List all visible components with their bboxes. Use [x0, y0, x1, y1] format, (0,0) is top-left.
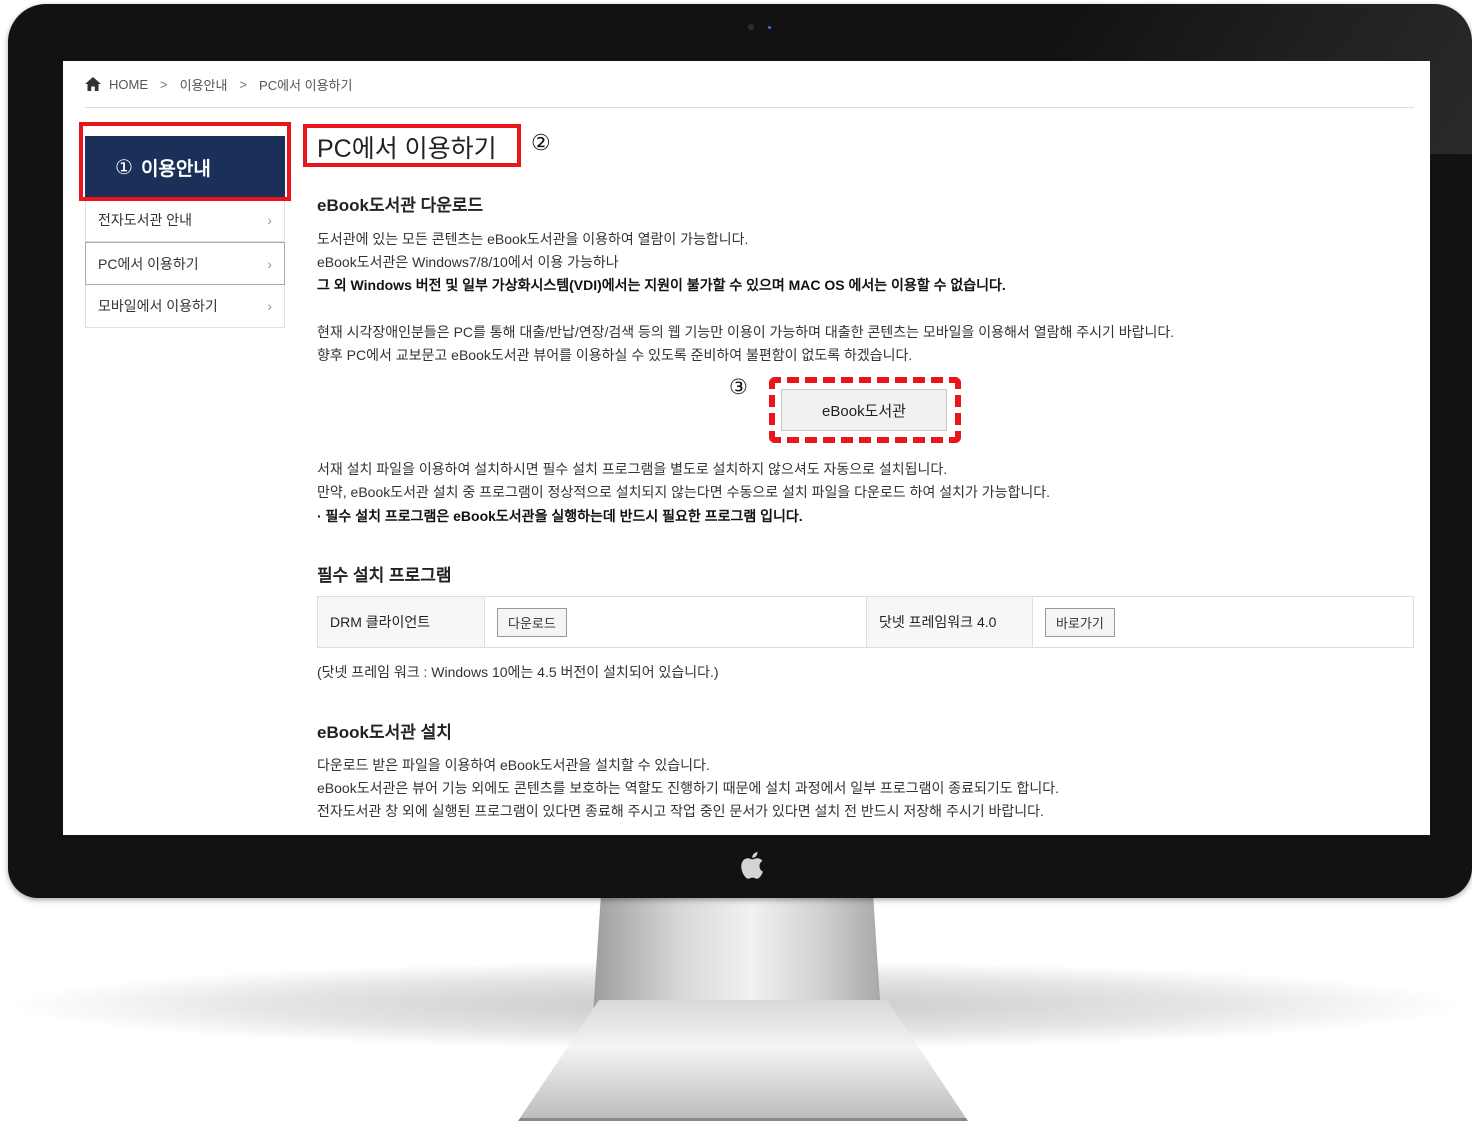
program-name-drm: DRM 클라이언트 [318, 597, 484, 647]
download-text-1: 도서관에 있는 모든 콘텐츠는 eBook도서관을 이용하여 열람이 가능합니다… [317, 231, 749, 247]
install-text-2: 만약, eBook도서관 설치 중 프로그램이 정상적으로 설치되지 않는다면 … [317, 484, 1051, 500]
breadcrumb: HOME > 이용안내 > PC에서 이용하기 [85, 73, 352, 95]
drm-download-button[interactable]: 다운로드 [497, 607, 567, 637]
breadcrumb-level1[interactable]: 이용안내 [180, 75, 228, 94]
chevron-right-icon: › [267, 212, 272, 228]
program-name-dotnet: 닷넷 프레임워크 4.0 [866, 597, 1032, 647]
chevron-right-icon: › [267, 298, 272, 314]
sidebar-item-label: 전자도서관 안내 [98, 212, 193, 228]
install-heading: eBook도서관 설치 [317, 723, 452, 742]
chevron-right-icon: › [267, 255, 272, 272]
breadcrumb-separator: > [239, 76, 248, 92]
ebook-button-wrapper: eBook도서관 [769, 377, 961, 443]
sidebar-heading[interactable]: ① 이용안내 [79, 122, 291, 201]
install-text-3: · 필수 설치 프로그램은 eBook도서관을 실행하는데 반드시 필요한 프로… [317, 508, 803, 524]
camera-icon [748, 24, 754, 30]
screen: HOME > 이용안내 > PC에서 이용하기 ① 이용안내 전자도서관 안내 … [63, 61, 1430, 835]
download-text-2: eBook도서관은 Windows7/8/10에서 이용 가능하나 [317, 254, 619, 270]
breadcrumb-level2[interactable]: PC에서 이용하기 [259, 75, 352, 94]
program-action-cell: 다운로드 [484, 597, 866, 647]
download-heading: eBook도서관 다운로드 [317, 196, 484, 215]
sidebar-item-pc-usage[interactable]: PC에서 이용하기 › [85, 242, 285, 285]
monitor-bezel: HOME > 이용안내 > PC에서 이용하기 ① 이용안내 전자도서관 안내 … [8, 4, 1472, 898]
notice-text-2: 향후 PC에서 교보문고 eBook도서관 뷰어를 이용하실 수 있도록 준비하… [317, 347, 913, 363]
notice-text-1: 현재 시각장애인분들은 PC를 통해 대출/반납/연장/검색 등의 웹 기능만 … [317, 324, 1175, 340]
sidebar-item-mobile-usage[interactable]: 모바일에서 이용하기 › [85, 285, 285, 328]
program-action-cell: 바로가기 [1032, 597, 1413, 647]
install-text-1: 서재 설치 파일을 이용하여 설치하시면 필수 설치 프로그램을 별도로 설치하… [317, 461, 948, 477]
breadcrumb-home[interactable]: HOME [109, 77, 148, 92]
breadcrumb-separator: > [160, 76, 168, 92]
sidebar-item-label: 모바일에서 이용하기 [98, 298, 218, 314]
dotnet-goto-button[interactable]: 바로가기 [1045, 607, 1115, 637]
required-programs-heading: 필수 설치 프로그램 [317, 566, 452, 585]
title-marker: ② [531, 130, 551, 155]
install-section-text-1: 다운로드 받은 파일을 이용하여 eBook도서관을 설치할 수 있습니다. [317, 757, 710, 773]
apple-logo-icon [736, 850, 766, 880]
required-programs-table: DRM 클라이언트 다운로드 닷넷 프레임워크 4.0 바로가기 [317, 596, 1414, 648]
button-marker: ③ [729, 376, 748, 399]
sidebar: ① 이용안내 전자도서관 안내 › PC에서 이용하기 › 모바일에서 이용하기… [79, 122, 291, 328]
highlight-box-2 [303, 124, 521, 167]
install-section-text-3: 전자도서관 창 외에 실행된 프로그램이 있다면 종료해 주시고 작업 중인 문… [317, 803, 1044, 819]
download-text-3: 그 외 Windows 버전 및 일부 가상화시스템(VDI)에서는 지원이 불… [317, 277, 1006, 293]
sidebar-item-label: PC에서 이용하기 [98, 255, 199, 272]
install-section-text-2: eBook도서관은 뷰어 기능 외에도 콘텐츠를 보호하는 역할도 진행하기 때… [317, 780, 1060, 796]
camera-led [768, 26, 771, 29]
ebook-library-download-button[interactable]: eBook도서관 [781, 389, 947, 431]
highlight-box-1 [79, 122, 291, 201]
dotnet-note: (닷넷 프레임 워크 : Windows 10에는 4.5 버전이 설치되어 있… [317, 664, 719, 680]
breadcrumb-divider [85, 107, 1414, 108]
sidebar-item-library-guide[interactable]: 전자도서관 안내 › [85, 199, 285, 242]
home-icon[interactable] [85, 77, 101, 91]
